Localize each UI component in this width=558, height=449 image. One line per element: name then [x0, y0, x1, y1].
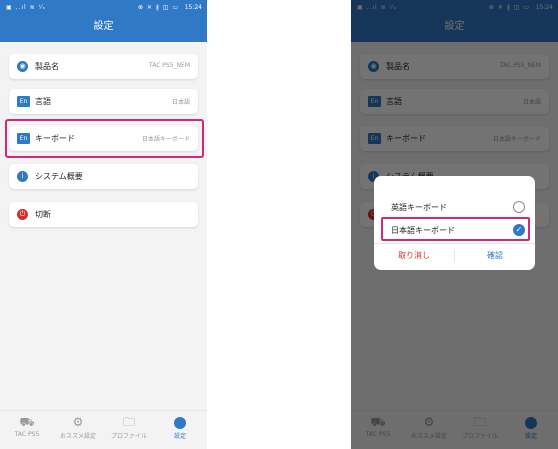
bottom-tab-bar: ⛟ TAC PS5 ⚙ おススメ設定 🗀 プロファイル 設定: [0, 410, 207, 449]
setting-value: 日本語: [171, 99, 190, 106]
setting-language[interactable]: En 言語 日本語: [9, 89, 198, 114]
info-icon: i: [17, 171, 28, 182]
setting-label: 製品名: [35, 62, 59, 71]
tab-profile[interactable]: 🗀 プロファイル: [106, 413, 152, 440]
cancel-button[interactable]: 取り消し: [374, 250, 454, 261]
radio-unchecked-icon[interactable]: [513, 201, 525, 213]
folder-icon: 🗀: [122, 415, 135, 429]
status-right-icons: ⊗ ✕ ∦ ◫ ▭: [138, 4, 180, 11]
annotation-highlight-keyboard: [5, 119, 204, 158]
confirm-button[interactable]: 確認: [455, 250, 535, 261]
power-icon: ⏻: [17, 209, 28, 220]
setting-label: 言語: [35, 97, 51, 106]
option-english-keyboard[interactable]: 英語キーボード: [374, 196, 535, 218]
setting-label: システム概要: [35, 172, 83, 181]
status-time: 15:24: [184, 4, 202, 11]
setting-label: 切断: [35, 210, 51, 219]
tab-label: 設定: [173, 433, 186, 440]
setting-system-overview[interactable]: i システム概要: [9, 164, 198, 189]
gear-icon: [157, 413, 203, 431]
dialog-divider: [374, 243, 535, 244]
settings-screen-with-dialog: ▣ ..ıl ≋ ⁱ⁄ₛ ⊗ ✕ ∦ ◫ ▭ 15:24 設定 ◉ 製品名 TA…: [351, 0, 558, 449]
tab-label: TAC PS5: [14, 431, 40, 438]
settings-hex-icon: ⚙: [72, 415, 84, 429]
language-icon: En: [17, 96, 30, 107]
tab-label: プロファイル: [110, 433, 147, 440]
settings-screen: ▣ ..ıl ≋ ⁱ⁄ₛ ⊗ ✕ ∦ ◫ ▭ 15:24 設定 ◉ 製品名 TA…: [0, 0, 207, 449]
product-icon: ◉: [17, 61, 28, 72]
status-left-icons: ▣ ..ıl ≋ ⁱ⁄ₛ: [6, 4, 46, 11]
status-bar: ▣ ..ıl ≋ ⁱ⁄ₛ ⊗ ✕ ∦ ◫ ▭ 15:24: [0, 0, 207, 16]
controller-icon: ⛟: [19, 415, 35, 429]
setting-disconnect[interactable]: ⏻ 切断: [9, 202, 198, 227]
setting-product-name[interactable]: ◉ 製品名 TAC PS5_NEM: [9, 54, 198, 79]
tab-recommended-settings[interactable]: ⚙ おススメ設定: [55, 413, 101, 440]
tab-settings[interactable]: 設定: [157, 413, 203, 440]
tab-label: おススメ設定: [59, 433, 96, 440]
option-label: 英語キーボード: [391, 203, 447, 212]
page-title: 設定: [0, 16, 207, 42]
tab-tac-ps5[interactable]: ⛟ TAC PS5: [4, 413, 50, 438]
setting-value: TAC PS5_NEM: [149, 62, 190, 69]
annotation-highlight-japanese-keyboard: [381, 217, 530, 241]
